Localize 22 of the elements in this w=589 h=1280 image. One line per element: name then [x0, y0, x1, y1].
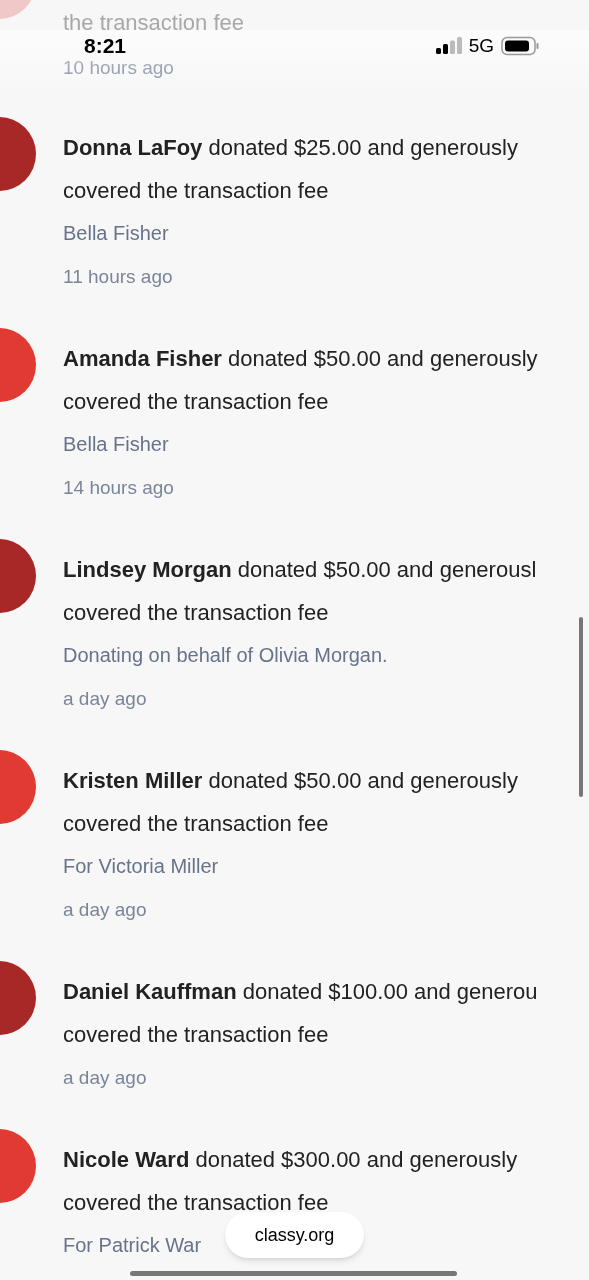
donation-note: Bella Fisher	[63, 221, 169, 246]
donation-time: a day ago	[63, 898, 147, 922]
donation-time: 14 hours ago	[63, 476, 174, 500]
donation-text: the transaction fee	[63, 9, 244, 37]
donation-text: Lindsey Morgan donated $50.00 and generousl covered the transaction fee	[63, 556, 537, 627]
donation-note: For Victoria Miller	[63, 854, 219, 879]
domain-pill[interactable]: classy.org	[225, 1212, 364, 1258]
donation-note: For Patrick War	[63, 1233, 202, 1258]
status-time: 8:21	[84, 37, 127, 55]
donation-time: a day ago	[63, 687, 147, 711]
network-label: 5G	[468, 33, 494, 58]
donation-note: Donating on behalf of Olivia Morgan.	[63, 643, 388, 668]
donation-text: Daniel Kauffman donated $100.00 and generou covered the transaction fee	[63, 978, 538, 1049]
donation-time: a day ago	[63, 1066, 147, 1090]
donation-time: 11 hours ago	[63, 265, 173, 289]
donation-text: Amanda Fisher donated $50.00 and generously covered the transaction fee	[63, 345, 538, 416]
signal-icon	[435, 37, 462, 55]
donation-text: Donna LaFoy donated $25.00 and generously covered the transaction fee	[63, 134, 518, 205]
donation-time: 10 hours ago	[63, 58, 174, 78]
donation-note: Bella Fisher	[63, 432, 169, 457]
donation-text: Kristen Miller donated $50.00 and generously covered the transaction fee	[63, 767, 518, 838]
battery-icon	[501, 36, 539, 56]
